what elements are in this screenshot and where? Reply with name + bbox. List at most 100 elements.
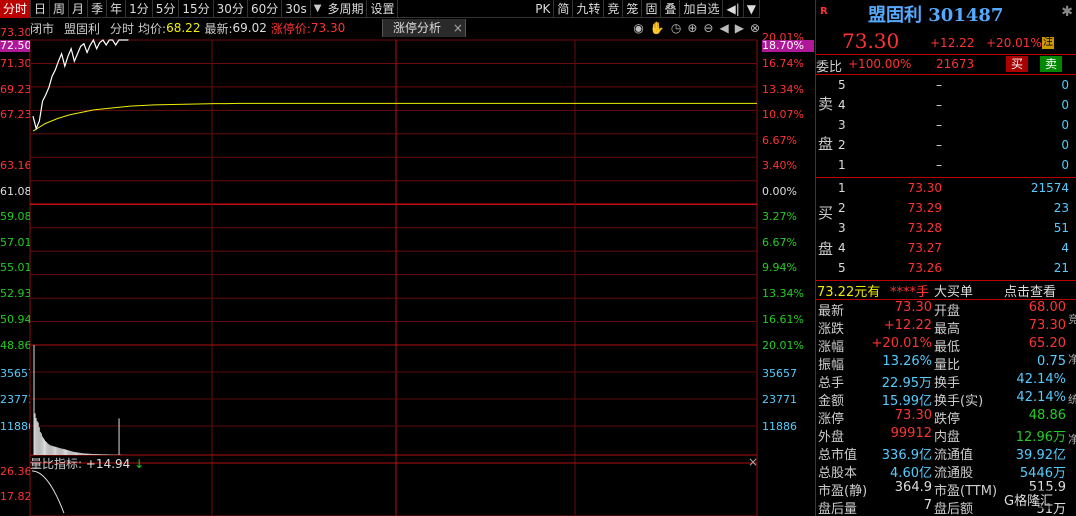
side-label: 卖	[818, 95, 834, 113]
level-label: 5	[838, 78, 846, 92]
volume-tick-label-right: 23771	[762, 393, 797, 406]
stat-value: +12.22	[883, 318, 932, 333]
volume-tick-label: 23771	[0, 394, 30, 406]
stock-terminal: 分时 日 周 月 季 年 1分 5分 15分 30分 60分 30s ▼ 多周期…	[0, 0, 1076, 516]
pct-tick-label: 3.27%	[762, 210, 797, 223]
price-pct: +20.01%	[986, 36, 1042, 50]
indicator-value: +14.94	[85, 457, 131, 471]
price-tick-label: 73.30	[0, 27, 30, 39]
ask-row[interactable]: 3 – 0	[816, 116, 1076, 135]
level-label: 1	[838, 181, 846, 195]
stat-label: 市盈(静)	[818, 484, 868, 499]
stats-row: 总手 22.95万 换手 42.14%	[816, 372, 1068, 391]
volume-tick-label-right: 11886	[762, 420, 797, 433]
level-volume: 0	[1061, 138, 1069, 152]
stats-row: 外盘 99912 内盘 12.96万	[816, 426, 1068, 445]
price-tick-label: 48.86	[0, 340, 30, 352]
price-tick-label: 57.01	[0, 237, 30, 249]
side-label: 盘	[818, 240, 834, 258]
price-tick-label: 59.08	[0, 211, 30, 223]
price-change: +12.22	[930, 36, 975, 50]
indicator-label[interactable]: 量比指标:	[30, 457, 82, 471]
down-arrow-icon: ↓	[134, 457, 145, 471]
level-label: 5	[838, 261, 846, 275]
sell-button[interactable]: 卖	[1040, 56, 1062, 72]
stat-value: 15.99亿	[881, 394, 932, 409]
stat-label: 外盘	[818, 430, 845, 445]
side-tab[interactable]: 统	[1068, 380, 1076, 420]
stat-value: 364.9	[894, 480, 932, 495]
price-tick-label: 67.23	[0, 109, 30, 121]
stat-value: 65.20	[1028, 336, 1066, 351]
big-order-price: 73.22元有	[817, 285, 881, 300]
stats-row: 金额 15.99亿 换手(实) 42.14%	[816, 390, 1068, 409]
buy-button[interactable]: 买	[1006, 56, 1028, 72]
bid-row[interactable]: 5 73.26 21	[816, 259, 1076, 278]
stat-value: 39.92亿	[1015, 448, 1066, 463]
side-tab[interactable]: 净	[1068, 340, 1076, 380]
indicator-tick-label: 26.36	[0, 466, 30, 478]
pct-tick-label: 20.01%	[762, 339, 804, 352]
level-volume: 21	[1053, 261, 1069, 275]
level-volume: 51	[1053, 221, 1069, 235]
stat-label: 流通值	[934, 448, 974, 463]
stat-value: 22.95万	[881, 376, 932, 391]
stat-value: 336.9亿	[881, 448, 932, 463]
ask-row[interactable]: 2 – 0	[816, 136, 1076, 155]
intraday-chart[interactable]	[0, 0, 760, 516]
stat-value: 73.30	[1028, 318, 1066, 333]
big-order-label: 大买单	[934, 285, 974, 300]
stat-value: 68.00	[1028, 300, 1066, 315]
ask-row[interactable]: 4 – 0	[816, 96, 1076, 115]
stat-value: 48.86	[1028, 408, 1066, 423]
price-line	[32, 38, 129, 131]
indicator-header: 量比指标: +14.94 ↓	[30, 455, 144, 472]
bid-row[interactable]: 1 73.30 21574	[816, 179, 1076, 198]
stat-label: 总市值	[818, 448, 858, 463]
level-label: 2	[838, 201, 846, 215]
level-price: 73.27	[907, 241, 942, 255]
stat-label: 换手	[934, 376, 961, 391]
ask-row[interactable]: 5 – 0	[816, 76, 1076, 95]
side-tab[interactable]: 净	[1068, 420, 1076, 460]
level-price: 73.26	[907, 261, 942, 275]
side-tab[interactable]: 竞	[1068, 300, 1076, 340]
stat-label: 总手	[818, 376, 845, 391]
registration-badge: 注	[1042, 37, 1054, 49]
gear-icon[interactable]: ✱	[1061, 4, 1073, 20]
big-order-view[interactable]: 点击查看	[1004, 281, 1056, 300]
stat-label: 最低	[934, 340, 961, 355]
bid-row[interactable]: 4 73.27 4	[816, 239, 1076, 258]
stat-label: 量比	[934, 358, 961, 373]
level-volume: 0	[1061, 118, 1069, 132]
stat-label: 涨停	[818, 412, 845, 427]
price-tick-label: 55.01	[0, 262, 30, 274]
level-volume: 0	[1061, 78, 1069, 92]
level-label: 4	[838, 241, 846, 255]
stat-label: 盘后量	[818, 502, 858, 516]
stock-code: 301487	[928, 5, 1004, 26]
stat-label: 最高	[934, 322, 961, 337]
bid-row[interactable]: 3 73.28 51	[816, 219, 1076, 238]
level-label: 4	[838, 98, 846, 112]
volume-tick-label-right: 35657	[762, 367, 797, 380]
side-label: 盘	[818, 135, 834, 153]
pct-tick-label: 6.67%	[762, 134, 797, 147]
pct-tick-label: 13.34%	[762, 287, 804, 300]
stock-name-code[interactable]: 盟固利 301487	[868, 1, 1003, 27]
level-volume: 4	[1061, 241, 1069, 255]
price-tick-label: 72.50	[0, 40, 30, 52]
indicator-close-icon[interactable]: ×	[748, 455, 758, 469]
level-label: 1	[838, 158, 846, 172]
weibi-label: 委比	[816, 60, 843, 75]
stat-value: 0.75	[1037, 354, 1066, 369]
quote-panel: R 盟固利 301487 ✱ 73.30 +12.22 +20.01% 注 委比…	[815, 0, 1076, 516]
big-order-hands: ****手	[890, 285, 930, 300]
price-tick-label: 52.93	[0, 288, 30, 300]
ask-row[interactable]: 1 – 0	[816, 156, 1076, 175]
big-order-row[interactable]: 73.22元有 ****手 大买单 点击查看	[816, 281, 1076, 300]
stats-row: 涨停 73.30 跌停 48.86	[816, 408, 1068, 427]
side-tabs: 竞净统净	[1068, 300, 1076, 460]
current-price: 73.30	[842, 29, 900, 53]
bid-row[interactable]: 2 73.29 23	[816, 199, 1076, 218]
